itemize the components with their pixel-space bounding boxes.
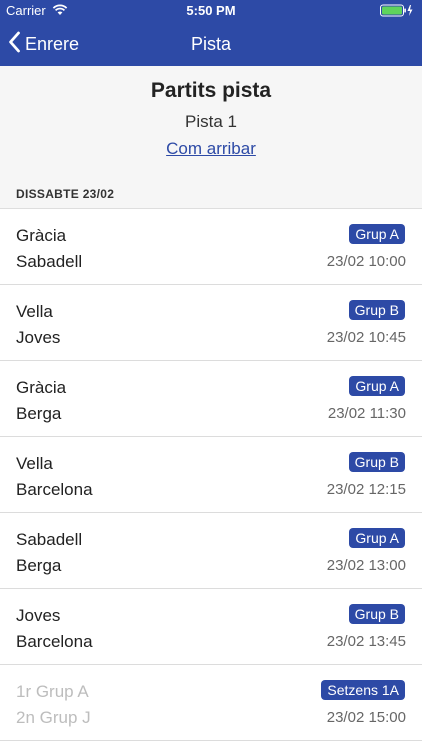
match-datetime: 23/02 12:15 (326, 481, 406, 498)
group-badge: Grup A (349, 224, 405, 244)
match-row[interactable]: Vella Barcelona Grup B 23/02 12:15 (0, 437, 422, 513)
match-datetime: 23/02 13:00 (326, 557, 406, 574)
home-team: 1r Grup A (16, 682, 89, 701)
home-team: Vella (16, 302, 53, 321)
home-team: Joves (16, 606, 61, 625)
match-row[interactable]: Gràcia Berga Grup A 23/02 11:30 (0, 361, 422, 437)
match-row[interactable]: Sabadell Berga Grup A 23/02 13:00 (0, 513, 422, 589)
match-row[interactable]: Gràcia Sabadell Grup A 23/02 10:00 (0, 209, 422, 285)
group-badge: Grup B (348, 604, 405, 624)
home-team: Gràcia (16, 226, 67, 245)
group-badge: Setzens 1A (321, 680, 405, 700)
group-badge: Grup A (349, 528, 405, 548)
away-team: Berga (16, 404, 62, 423)
battery-icon (380, 4, 414, 20)
away-team: Barcelona (16, 480, 93, 499)
match-datetime: 23/02 15:00 (326, 709, 406, 726)
match-datetime: 23/02 10:00 (326, 253, 406, 270)
court-name: Pista 1 (185, 112, 237, 131)
match-datetime: 23/02 11:30 (327, 405, 406, 422)
match-row[interactable]: Joves Barcelona Grup B 23/02 13:45 (0, 589, 422, 665)
directions-link[interactable]: Com arribar (0, 139, 422, 159)
home-team: Vella (16, 454, 53, 473)
match-datetime: 23/02 10:45 (326, 329, 406, 346)
navigation-bar: Enrere Pista (0, 22, 422, 66)
away-team: Joves (16, 328, 61, 347)
home-team: Sabadell (16, 530, 83, 549)
page-title: Partits pista (150, 79, 272, 102)
status-time: 5:50 PM (186, 3, 236, 18)
group-badge: Grup B (348, 300, 405, 320)
group-badge: Grup B (348, 452, 405, 472)
away-team: 2n Grup J (16, 708, 91, 727)
away-team: Barcelona (16, 632, 93, 651)
match-row[interactable]: 1r Grup A 2n Grup J Setzens 1A 23/02 15:… (0, 665, 422, 741)
court-header: Partits pista Pista 1 Com arribar DISSAB… (0, 66, 422, 209)
nav-title: Pista (190, 34, 232, 54)
away-team: Berga (16, 556, 62, 575)
status-bar: Carrier 5:50 PM (0, 0, 422, 22)
group-badge: Grup A (349, 376, 405, 396)
match-row[interactable]: Vella Joves Grup B 23/02 10:45 (0, 285, 422, 361)
away-team: Sabadell (16, 252, 83, 271)
home-team: Gràcia (16, 378, 67, 397)
date-section-header: DISSABTE 23/02 (16, 187, 115, 201)
match-datetime: 23/02 13:45 (326, 633, 406, 650)
match-list: Gràcia Sabadell Grup A 23/02 10:00 Vella… (0, 209, 422, 741)
